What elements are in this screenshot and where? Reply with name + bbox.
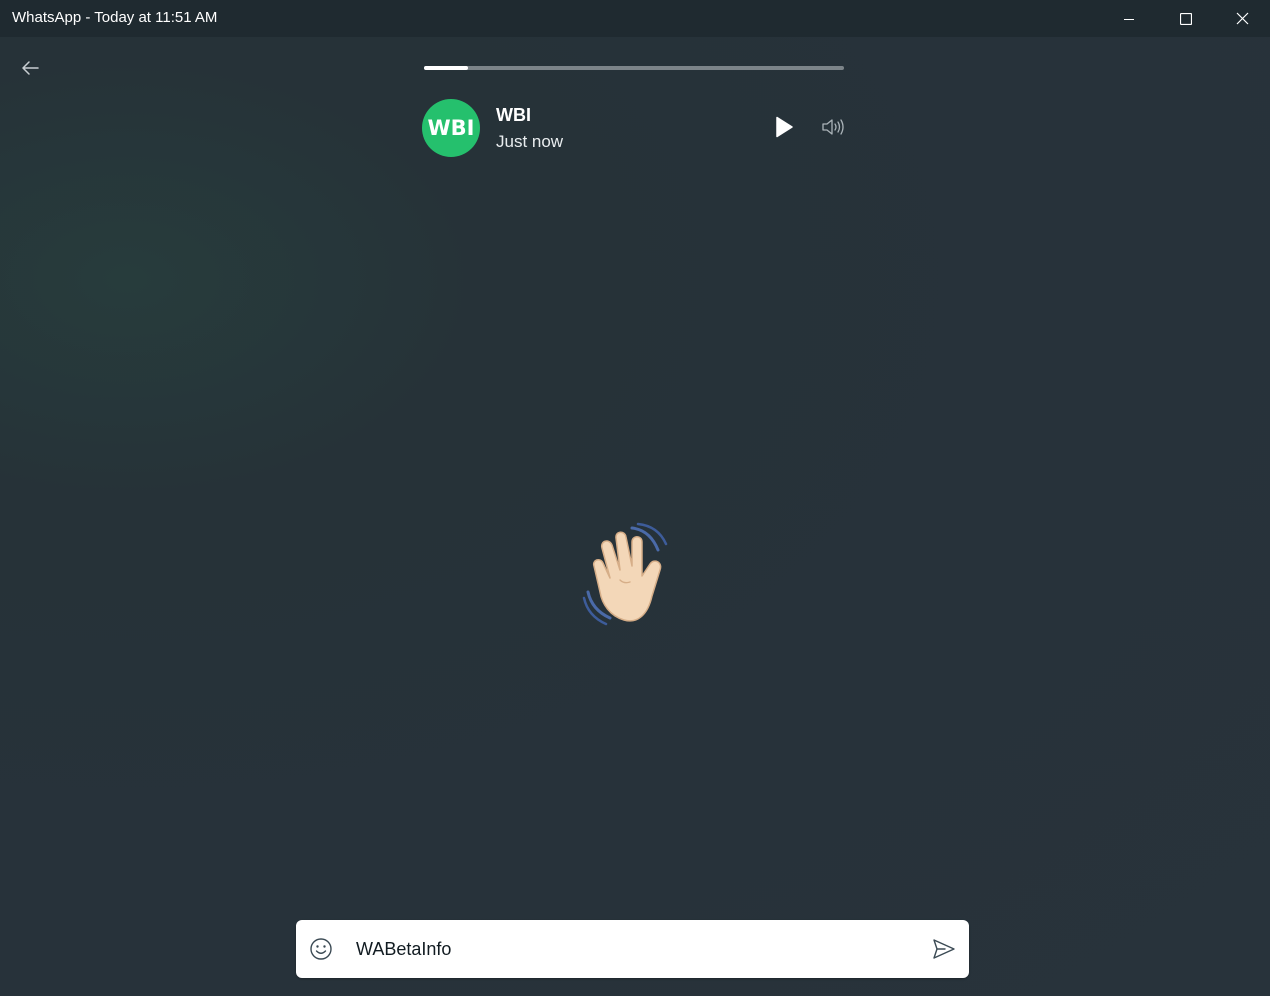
back-arrow-icon — [22, 61, 39, 75]
volume-icon — [822, 119, 844, 135]
send-button[interactable] — [930, 936, 958, 962]
maximize-button[interactable] — [1157, 0, 1214, 37]
minimize-icon — [1123, 18, 1134, 20]
maximize-icon — [1179, 12, 1192, 25]
contact-name[interactable]: WBI — [496, 105, 531, 126]
window-title: WhatsApp - Today at 11:51 AM — [12, 9, 218, 26]
minimize-button[interactable] — [1100, 0, 1157, 37]
back-button[interactable] — [16, 56, 44, 80]
wbi-logo: WBI — [428, 116, 475, 140]
send-icon — [933, 939, 955, 959]
contact-avatar[interactable]: WBI — [422, 99, 480, 157]
reply-input[interactable] — [354, 935, 918, 963]
close-icon — [1236, 12, 1249, 25]
play-icon — [776, 116, 793, 138]
status-progress-bar — [424, 66, 844, 70]
status-progress-fill — [424, 66, 469, 70]
play-button[interactable] — [770, 113, 798, 141]
svg-text:WBI: WBI — [428, 116, 475, 140]
status-viewer-window: WhatsApp - Today at 11:51 AM WBI WBI Jus… — [0, 0, 1270, 996]
emoji-button[interactable] — [308, 936, 334, 962]
smiley-icon — [310, 938, 332, 960]
close-button[interactable] — [1214, 0, 1270, 37]
volume-button[interactable] — [818, 113, 848, 141]
reply-bar — [296, 920, 969, 978]
status-time: Just now — [496, 132, 564, 151]
title-bar: WhatsApp - Today at 11:51 AM — [0, 0, 1270, 37]
waving-hand-emoji — [582, 522, 668, 626]
